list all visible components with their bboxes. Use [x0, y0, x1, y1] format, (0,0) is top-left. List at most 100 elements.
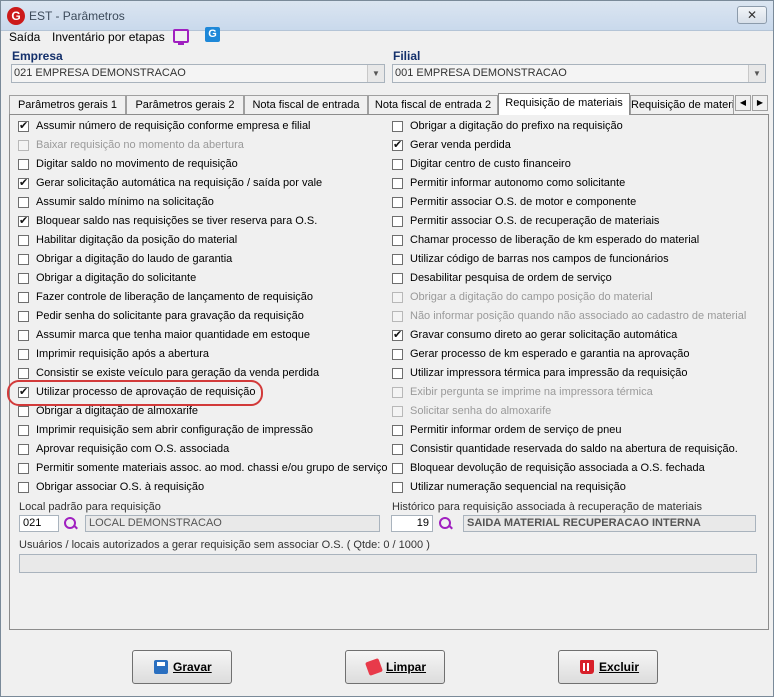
clear-button[interactable]: Limpar	[345, 650, 445, 684]
checkbox-label: Exibir pergunta se imprime na impressora…	[410, 386, 653, 398]
checkbox[interactable]	[18, 311, 29, 322]
delete-button[interactable]: Excluir	[558, 650, 658, 684]
filial-select[interactable]: 001 EMPRESA DEMONSTRACAO ▼	[392, 64, 766, 83]
checkbox-label: Obrigar associar O.S. à requisição	[36, 481, 205, 493]
left-option-4[interactable]: Assumir saldo mínimo na solicitação	[18, 196, 373, 212]
left-option-19[interactable]: Obrigar associar O.S. à requisição	[18, 481, 373, 497]
eraser-icon	[365, 658, 383, 676]
close-button[interactable]: ✕	[737, 6, 767, 24]
right-option-16[interactable]: Permitir informar ordem de serviço de pn…	[392, 424, 747, 440]
checkbox[interactable]	[18, 406, 29, 417]
left-option-5[interactable]: Bloquear saldo nas requisições se tiver …	[18, 214, 373, 231]
right-option-12[interactable]: Gerar processo de km esperado e garantia…	[392, 348, 747, 364]
right-option-8[interactable]: Desabilitar pesquisa de ordem de serviço	[392, 272, 747, 288]
tab-scroll-right-icon[interactable]: ▶	[752, 95, 768, 111]
checkbox-label: Obrigar a digitação do campo posição do …	[410, 291, 653, 303]
left-option-8[interactable]: Obrigar a digitação do solicitante	[18, 272, 373, 288]
checkbox[interactable]	[392, 463, 403, 474]
local-code-input[interactable]: 021	[19, 515, 59, 532]
checkbox[interactable]	[18, 444, 29, 455]
save-button[interactable]: Gravar	[132, 650, 232, 684]
tab-parametros-gerais-2[interactable]: Parâmetros gerais 2	[126, 95, 244, 114]
checkbox[interactable]	[392, 254, 403, 265]
right-option-18[interactable]: Bloquear devolução de requisição associa…	[392, 462, 747, 478]
checkbox[interactable]	[18, 159, 29, 170]
monitor-icon[interactable]	[173, 29, 189, 45]
checkbox-checked[interactable]	[18, 214, 29, 227]
tab-requisicao-materiais-2[interactable]: Requisição de materi	[630, 95, 734, 114]
checkbox[interactable]	[18, 292, 29, 303]
right-option-4[interactable]: Permitir associar O.S. de motor e compon…	[392, 196, 747, 212]
checkbox[interactable]	[18, 330, 29, 341]
search-icon[interactable]	[438, 516, 454, 532]
right-option-6[interactable]: Chamar processo de liberação de km esper…	[392, 234, 747, 250]
left-option-11[interactable]: Assumir marca que tenha maior quantidade…	[18, 329, 373, 345]
checkbox[interactable]	[392, 159, 403, 170]
checkbox[interactable]	[392, 216, 403, 227]
left-option-16[interactable]: Imprimir requisição sem abrir configuraç…	[18, 424, 373, 440]
chevron-down-icon[interactable]: ▼	[367, 65, 384, 82]
tab-nota-fiscal-entrada[interactable]: Nota fiscal de entrada	[244, 95, 368, 114]
checkbox[interactable]	[18, 349, 29, 360]
left-option-9[interactable]: Fazer controle de liberação de lançament…	[18, 291, 373, 307]
checkbox[interactable]	[18, 273, 29, 284]
checkbox[interactable]	[18, 235, 29, 246]
right-option-11[interactable]: Gravar consumo direto ao gerar solicitaç…	[392, 328, 747, 345]
right-option-3[interactable]: Permitir informar autonomo como solicita…	[392, 177, 747, 193]
right-option-17[interactable]: Consistir quantidade reservada do saldo …	[392, 443, 747, 459]
usuarios-field[interactable]	[19, 554, 757, 573]
checkbox[interactable]	[392, 425, 403, 436]
right-option-7[interactable]: Utilizar código de barras nos campos de …	[392, 253, 747, 269]
chevron-down-icon[interactable]: ▼	[748, 65, 765, 82]
checkbox[interactable]	[18, 197, 29, 208]
tab-nota-fiscal-entrada-2[interactable]: Nota fiscal de entrada 2	[368, 95, 498, 114]
checkbox-checked[interactable]	[18, 119, 29, 132]
left-option-7[interactable]: Obrigar a digitação do laudo de garantia	[18, 253, 373, 269]
checkbox[interactable]	[392, 235, 403, 246]
tab-scroll-left-icon[interactable]: ◀	[735, 95, 751, 111]
checkbox[interactable]	[392, 273, 403, 284]
checkbox[interactable]	[392, 368, 403, 379]
checkbox[interactable]	[18, 368, 29, 379]
menu-inventario[interactable]: Inventário por etapas	[52, 30, 165, 44]
checkbox[interactable]	[392, 444, 403, 455]
search-icon[interactable]	[63, 516, 79, 532]
empresa-select[interactable]: 021 EMPRESA DEMONSTRACAO ▼	[11, 64, 385, 83]
right-option-13[interactable]: Utilizar impressora térmica para impress…	[392, 367, 747, 383]
right-option-5[interactable]: Permitir associar O.S. de recuperação de…	[392, 215, 747, 231]
checkbox-checked[interactable]	[392, 328, 403, 341]
left-option-6[interactable]: Habilitar digitação da posição do materi…	[18, 234, 373, 250]
tab-parametros-gerais-1[interactable]: Parâmetros gerais 1	[9, 95, 126, 114]
checkbox[interactable]	[392, 121, 403, 132]
checkbox-label: Utilizar impressora térmica para impress…	[410, 367, 688, 379]
right-option-1[interactable]: Gerar venda perdida	[392, 138, 747, 155]
checkbox[interactable]	[392, 197, 403, 208]
checkbox-checked[interactable]	[392, 138, 403, 151]
left-option-2[interactable]: Digitar saldo no movimento de requisição	[18, 158, 373, 174]
checkbox-checked[interactable]	[18, 176, 29, 189]
checkbox[interactable]	[392, 482, 403, 493]
checkbox-label: Permitir associar O.S. de motor e compon…	[410, 196, 637, 208]
checkbox[interactable]	[18, 463, 29, 474]
local-name-field: LOCAL DEMONSTRACAO	[85, 515, 380, 532]
left-option-10[interactable]: Pedir senha do solicitante para gravação…	[18, 310, 373, 326]
left-option-15[interactable]: Obrigar a digitação de almoxarife	[18, 405, 373, 421]
right-option-19[interactable]: Utilizar numeração sequencial na requisi…	[392, 481, 747, 497]
menu-saida[interactable]: Saída	[9, 30, 40, 44]
checkbox-label: Imprimir requisição após a abertura	[36, 348, 210, 360]
right-option-2[interactable]: Digitar centro de custo financeiro	[392, 158, 747, 174]
historico-code-input[interactable]: 19	[391, 515, 433, 532]
checkbox[interactable]	[18, 482, 29, 493]
g-logo-icon[interactable]: G	[205, 27, 220, 42]
left-option-3[interactable]: Gerar solicitação automática na requisiç…	[18, 176, 373, 193]
right-option-0[interactable]: Obrigar a digitação do prefixo na requis…	[392, 120, 747, 136]
checkbox[interactable]	[18, 425, 29, 436]
checkbox[interactable]	[18, 254, 29, 265]
left-option-0[interactable]: Assumir número de requisição conforme em…	[18, 119, 373, 136]
left-option-17[interactable]: Aprovar requisição com O.S. associada	[18, 443, 373, 459]
checkbox[interactable]	[392, 178, 403, 189]
checkbox[interactable]	[392, 349, 403, 360]
left-option-18[interactable]: Permitir somente materiais assoc. ao mod…	[18, 462, 388, 478]
left-option-12[interactable]: Imprimir requisição após a abertura	[18, 348, 373, 364]
tab-requisicao-materiais[interactable]: Requisição de materiais	[498, 93, 630, 115]
